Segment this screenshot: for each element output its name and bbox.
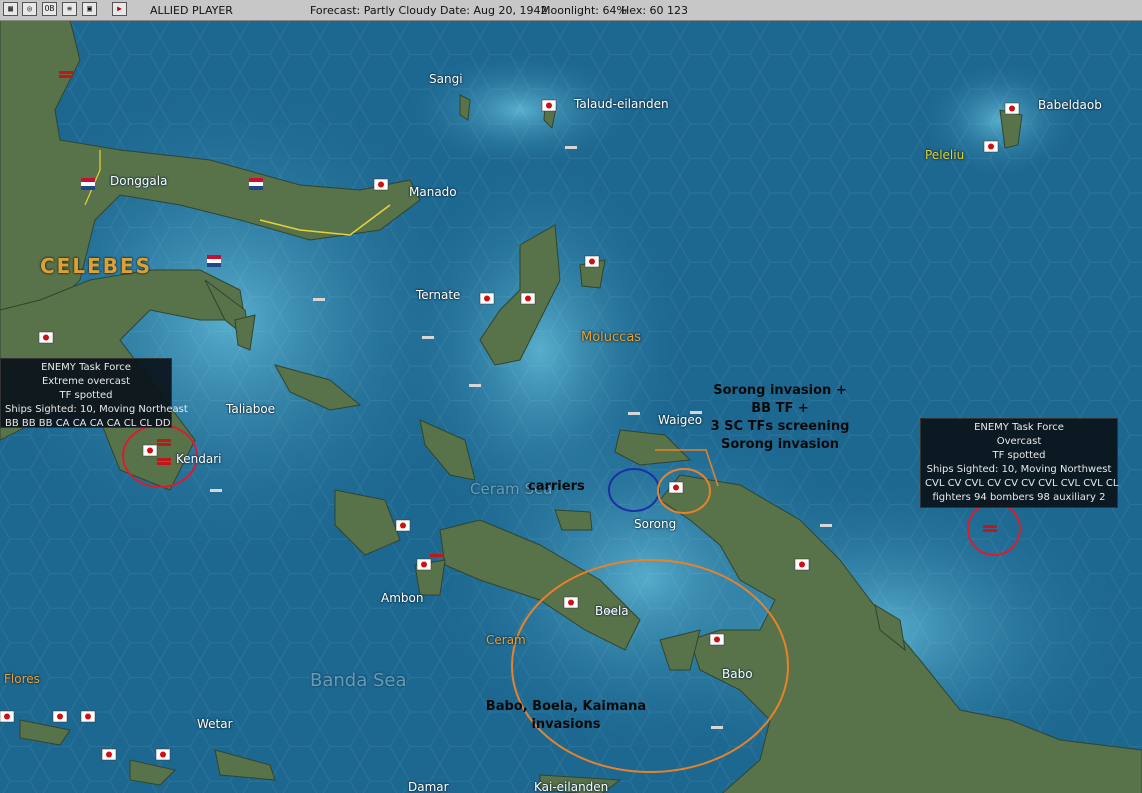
- satellite-icon[interactable]: ▣: [82, 2, 97, 16]
- annotation-sorong-invasion: Sorong invasion + BB TF + 3 SC TFs scree…: [705, 383, 855, 452]
- region-celebes: CELEBES: [40, 254, 153, 278]
- annotation-line: invasions: [531, 717, 601, 732]
- globe-icon[interactable]: ◎: [22, 2, 37, 16]
- popup-line: ENEMY Task Force: [974, 422, 1064, 433]
- strategic-map[interactable]: CELEBES Moluccas Ceram Sea Banda Sea Flo…: [0, 20, 1142, 793]
- annotation-line: Sorong invasion +: [713, 383, 847, 398]
- place-waigeo[interactable]: Waigeo: [658, 413, 702, 427]
- popup-line: Ships Sighted: 10, Moving Northwest: [926, 464, 1112, 475]
- annotation-line: Babo, Boela, Kaimana: [485, 699, 647, 714]
- moonlight: Moonlight: 64%: [541, 4, 627, 17]
- place-kendari[interactable]: Kendari: [176, 452, 222, 466]
- list-icon[interactable]: ≡: [62, 2, 77, 16]
- place-donggala[interactable]: Donggala: [110, 174, 167, 188]
- place-manado[interactable]: Manado: [409, 185, 457, 199]
- end-turn-play-icon[interactable]: ▶: [112, 2, 127, 16]
- popup-line: BB BB BB CA CA CA CA CL CL DD: [5, 418, 171, 429]
- popup-line: CVL CV CVL CV CV CV CVL CVL CVL CL: [925, 478, 1119, 489]
- place-talaud[interactable]: Talaud-eilanden: [574, 97, 669, 111]
- top-status-bar: ▦ ◎ OB ≡ ▣ ▶ ALLIED PLAYER Forecast: Par…: [0, 0, 1142, 21]
- popup-line: fighters 94 bombers 98 auxiliary 2: [932, 492, 1106, 503]
- enemy-tf-popup-west: ENEMY Task Force Extreme overcast TF spo…: [0, 358, 188, 429]
- annotation-babo-invasions: Babo, Boela, Kaimana invasions: [481, 699, 651, 732]
- place-boela[interactable]: Boela: [595, 604, 629, 618]
- enemy-tf-popup-east: ENEMY Task Force Overcast TF spotted Shi…: [920, 418, 1118, 508]
- place-damar[interactable]: Damar: [408, 780, 449, 793]
- place-ambon[interactable]: Ambon: [381, 591, 423, 605]
- place-kai[interactable]: Kai-eilanden: [534, 780, 608, 793]
- region-ceram: Ceram: [486, 633, 526, 647]
- popup-line: Extreme overcast: [41, 376, 131, 387]
- popup-line: Overcast: [996, 436, 1042, 447]
- region-flores: Flores: [4, 672, 40, 686]
- popup-line: TF spotted: [59, 390, 113, 401]
- place-sorong[interactable]: Sorong: [634, 517, 676, 531]
- player-side: ALLIED PLAYER: [150, 4, 233, 17]
- place-babo[interactable]: Babo: [722, 667, 753, 681]
- annotation-line: 3 SC TFs screening: [710, 419, 850, 434]
- annotation-line: BB TF +: [751, 401, 809, 416]
- popup-line: Ships Sighted: 10, Moving Northeast: [5, 404, 188, 415]
- map-view-icon[interactable]: ▦: [3, 2, 18, 16]
- annotation-carriers: carriers: [528, 479, 585, 494]
- order-of-battle-button[interactable]: OB: [42, 2, 57, 16]
- annotation-line: Sorong invasion: [720, 437, 840, 452]
- place-babeldaob[interactable]: Babeldaob: [1038, 98, 1102, 112]
- place-taliaboe[interactable]: Taliaboe: [226, 402, 275, 416]
- hex-coordinate: Hex: 60 123: [621, 4, 689, 17]
- place-ternate[interactable]: Ternate: [416, 288, 460, 302]
- place-wetar[interactable]: Wetar: [197, 717, 233, 731]
- place-sangi[interactable]: Sangi: [429, 72, 463, 86]
- region-banda-sea: Banda Sea: [310, 670, 407, 691]
- game-date: Date: Aug 20, 1942: [440, 4, 548, 17]
- popup-line: ENEMY Task Force: [41, 362, 131, 373]
- region-moluccas: Moluccas: [581, 330, 642, 345]
- weather-forecast: Forecast: Partly Cloudy: [310, 4, 437, 17]
- region-peleliu: Peleliu: [925, 148, 965, 162]
- popup-line: TF spotted: [992, 450, 1046, 461]
